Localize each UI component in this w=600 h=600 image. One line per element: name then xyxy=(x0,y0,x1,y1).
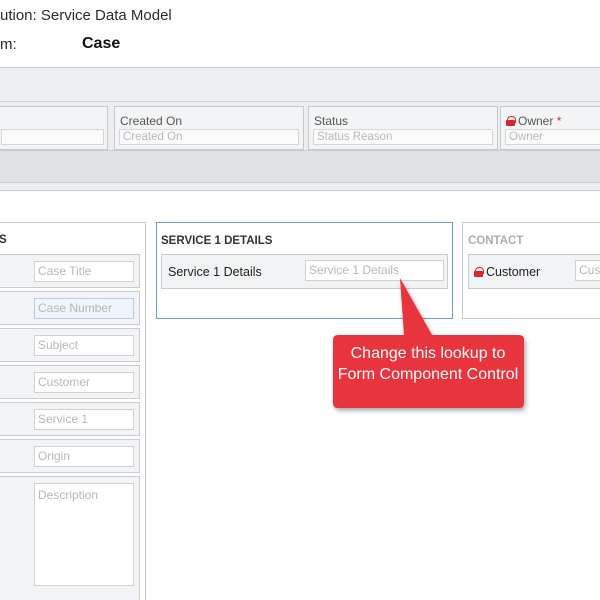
contact-customer-label-group: Customer xyxy=(474,265,540,279)
callout-text: Change this lookup to Form Component Con… xyxy=(337,345,519,383)
service-1-field[interactable]: Service 1 xyxy=(34,409,134,430)
case-number-field[interactable]: Case Number xyxy=(34,298,134,319)
contact-section[interactable]: CONTACT Customer Cust xyxy=(462,222,600,319)
created-on-field[interactable]: Created On xyxy=(119,129,299,145)
description-row[interactable]: Description xyxy=(0,476,140,600)
contact-customer-label: Customer xyxy=(486,265,541,279)
lock-icon xyxy=(506,116,516,126)
service-1-details-section[interactable]: SERVICE 1 DETAILS Service 1 Details Serv… xyxy=(156,222,453,319)
service-1-details-label: Service 1 Details xyxy=(168,265,262,279)
origin-field[interactable]: Origin xyxy=(34,446,134,467)
service-1-row[interactable]: Service 1 xyxy=(0,402,140,436)
required-marker: * xyxy=(556,114,562,128)
header-field-empty[interactable] xyxy=(1,129,104,145)
owner-field[interactable]: Owner xyxy=(505,129,600,145)
owner-label-group: Owner * xyxy=(506,114,561,128)
header-cell-status[interactable]: Status Status Reason xyxy=(308,106,498,150)
status-label: Status xyxy=(314,114,349,128)
customer-field[interactable]: Customer xyxy=(34,372,134,393)
origin-row[interactable]: Origin xyxy=(0,439,140,473)
created-on-label: Created On xyxy=(120,114,183,128)
service-1-details-title: SERVICE 1 DETAILS xyxy=(161,235,273,247)
form-label: m: xyxy=(0,36,17,53)
case-number-row[interactable]: Case Number xyxy=(0,291,140,325)
contact-customer-field[interactable]: Cust xyxy=(575,260,600,281)
description-field[interactable]: Description xyxy=(34,483,134,586)
status-field[interactable]: Status Reason xyxy=(313,129,493,145)
contact-customer-row[interactable]: Customer Cust xyxy=(468,254,600,289)
service-1-details-lookup[interactable]: Service 1 Details xyxy=(305,260,444,281)
solution-title: ution: Service Data Model xyxy=(0,7,172,24)
subject-row[interactable]: Subject xyxy=(0,328,140,362)
general-section-title: S xyxy=(0,234,7,246)
service-1-details-row[interactable]: Service 1 Details Service 1 Details xyxy=(161,254,448,289)
form-name: Case xyxy=(82,35,121,52)
header-cell-owner[interactable]: Owner * Owner xyxy=(500,106,600,150)
subject-field[interactable]: Subject xyxy=(34,335,134,356)
lock-icon xyxy=(474,267,484,277)
header-cell-left[interactable] xyxy=(0,106,108,150)
general-section[interactable]: S Case Title Case Number Subject Custome… xyxy=(0,222,146,600)
header-lower-band xyxy=(0,150,600,183)
header-divider xyxy=(0,101,600,102)
contact-section-title: CONTACT xyxy=(468,235,524,247)
case-title-field[interactable]: Case Title xyxy=(34,261,134,282)
owner-label: Owner xyxy=(518,114,554,128)
header-cell-created-on[interactable]: Created On Created On xyxy=(114,106,304,150)
case-title-row[interactable]: Case Title xyxy=(0,254,140,288)
customer-row[interactable]: Customer xyxy=(0,365,140,399)
